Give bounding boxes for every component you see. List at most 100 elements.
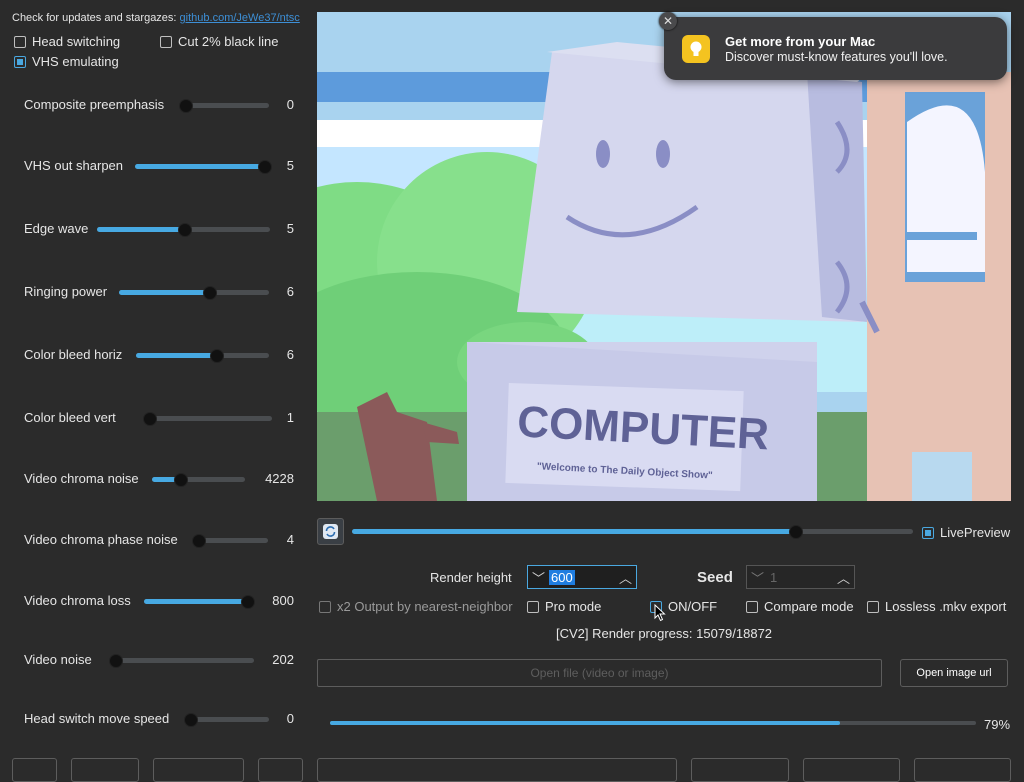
x2-output-checkbox[interactable]: x2 Output by nearest-neighbor [319, 599, 513, 614]
slider-handle[interactable] [209, 349, 224, 363]
notification-close-icon[interactable]: ✕ [659, 12, 677, 30]
slider-handle[interactable] [241, 595, 255, 609]
slider-color-bleed-horiz: Color bleed horiz 6 [24, 345, 294, 365]
checkbox-box[interactable] [319, 600, 331, 613]
render-progress-text: [CV2] Render progress: 15079/18872 [555, 626, 773, 641]
slider-handle[interactable] [143, 412, 157, 426]
render-progress-fill [330, 721, 841, 725]
checkbox-box[interactable] [922, 526, 934, 539]
bottom-button-2[interactable] [71, 758, 139, 782]
checkbox-box[interactable] [160, 35, 172, 48]
render-progress-bar [330, 721, 976, 725]
slider-handle[interactable] [173, 473, 188, 487]
updates-text: Check for updates and stargazes: [12, 12, 177, 24]
head-switching-checkbox[interactable]: Head switching [14, 34, 120, 49]
slider-video-chroma-noise: Video chroma noise 4228 [24, 469, 294, 489]
slider-track[interactable] [97, 223, 270, 237]
checkbox-box[interactable] [746, 600, 758, 613]
open-image-url-button[interactable]: Open image url [900, 659, 1008, 687]
checkbox-box[interactable] [14, 55, 26, 68]
cut-black-line-checkbox[interactable]: Cut 2% black line [160, 34, 278, 49]
slider-value: 5 [286, 221, 294, 236]
mouse-cursor-icon [654, 603, 666, 625]
vhs-emulating-checkbox[interactable]: VHS emulating [14, 54, 119, 69]
slider-track[interactable] [108, 654, 254, 668]
slider-handle[interactable] [192, 534, 207, 548]
bottom-button-6[interactable] [803, 758, 900, 782]
checkbox-label: Compare mode [764, 599, 854, 614]
slider-fill [135, 164, 264, 169]
bottom-field[interactable] [317, 758, 677, 782]
refresh-icon [323, 524, 338, 539]
render-height-spinbox[interactable]: ﹀ 600 ︿ [527, 565, 637, 589]
slider-label: Composite preemphasis [24, 97, 165, 112]
slider-value: 1 [286, 410, 294, 425]
slider-label: Video chroma loss [24, 593, 131, 608]
slider-track[interactable] [152, 473, 245, 487]
open-file-placeholder: Open file (video or image) [530, 666, 669, 680]
slider-handle[interactable] [177, 223, 192, 237]
open-file-field[interactable]: Open file (video or image) [317, 659, 882, 687]
slider-label: Color bleed vert [24, 410, 116, 425]
seed-value: 1 [770, 569, 778, 585]
slider-vhs-out-sharpen: VHS out sharpen 5 [24, 156, 294, 176]
slider-value: 0 [286, 711, 294, 726]
slider-label: Color bleed horiz [24, 347, 123, 362]
slider-handle[interactable] [184, 713, 198, 727]
slider-fill [144, 599, 247, 604]
slider-value: 5 [286, 158, 294, 173]
bottom-button-3[interactable] [153, 758, 244, 782]
slider-track[interactable] [179, 99, 269, 113]
slider-track[interactable] [136, 349, 269, 363]
lossless-mkv-checkbox[interactable]: Lossless .mkv export [867, 599, 1006, 614]
render-height-label: Render height [430, 570, 512, 585]
refresh-button[interactable] [317, 518, 344, 545]
slider-track[interactable] [143, 412, 272, 426]
timeline-slider[interactable] [352, 525, 913, 539]
chevron-up-icon[interactable]: ︿ [837, 568, 850, 587]
checkbox-box[interactable] [14, 35, 26, 48]
timeline-fill [352, 529, 796, 534]
notification-body: Discover must-know features you'll love. [725, 50, 948, 64]
slider-label: Video chroma phase noise [24, 532, 178, 547]
notification-title: Get more from your Mac [725, 34, 876, 49]
chevron-down-icon[interactable]: ﹀ [751, 568, 764, 587]
checkbox-label: LivePreview [940, 525, 1011, 540]
slider-label: Edge wave [24, 221, 89, 236]
slider-track[interactable] [192, 534, 268, 548]
bottom-button-5[interactable] [691, 758, 789, 782]
seed-spinbox[interactable]: ﹀ 1 ︿ [746, 565, 855, 589]
slider-value: 0 [286, 97, 294, 112]
bottom-button-1[interactable] [12, 758, 57, 782]
slider-label: Video noise [24, 652, 92, 667]
slider-head-switch-move-speed: Head switch move speed 0 [24, 709, 294, 729]
slider-label: VHS out sharpen [24, 158, 124, 173]
slider-track[interactable] [184, 713, 269, 727]
slider-track[interactable] [135, 160, 272, 174]
chevron-down-icon[interactable]: ﹀ [532, 568, 545, 587]
slider-handle[interactable] [108, 654, 123, 668]
slider-handle[interactable] [203, 286, 217, 300]
chevron-up-icon[interactable]: ︿ [619, 568, 632, 587]
slider-track[interactable] [144, 595, 255, 609]
slider-handle[interactable] [179, 99, 193, 113]
slider-handle[interactable] [258, 160, 272, 174]
slider-value: 6 [286, 284, 294, 299]
checkbox-box[interactable] [527, 600, 539, 613]
updates-link[interactable]: github.com/JeWe37/ntsc [180, 12, 300, 24]
slider-value: 6 [286, 347, 294, 362]
slider-video-noise: Video noise 202 [24, 650, 294, 670]
slider-composite-preemphasis: Composite preemphasis 0 [24, 95, 294, 115]
bottom-button-7[interactable] [914, 758, 1011, 782]
compare-mode-checkbox[interactable]: Compare mode [746, 599, 854, 614]
live-preview-checkbox[interactable]: LivePreview [922, 525, 1010, 540]
slider-track[interactable] [119, 286, 269, 300]
pro-mode-checkbox[interactable]: Pro mode [527, 599, 601, 614]
checkbox-box[interactable] [867, 600, 879, 613]
timeline-handle[interactable] [789, 525, 804, 539]
macos-notification[interactable]: Get more from your Mac Discover must-kno… [664, 17, 1007, 80]
updates-line: Check for updates and stargazes: github.… [12, 12, 300, 24]
bottom-button-4[interactable] [258, 758, 303, 782]
slider-label: Ringing power [24, 284, 108, 299]
checkbox-label: Cut 2% black line [178, 34, 279, 49]
